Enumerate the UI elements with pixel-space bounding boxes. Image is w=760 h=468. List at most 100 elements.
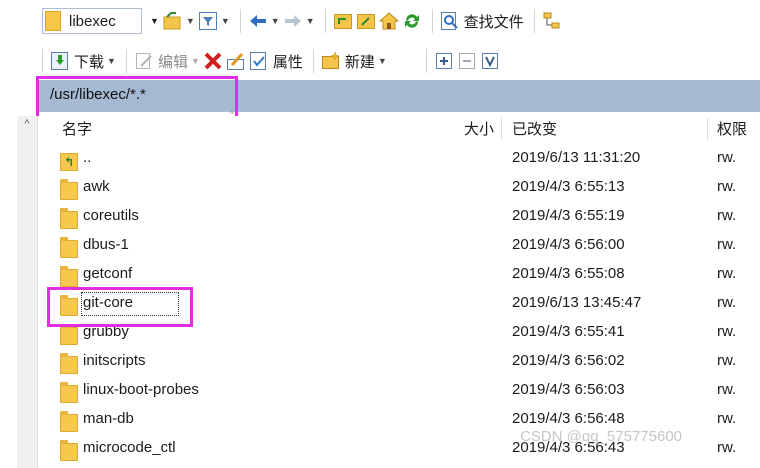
directory-combo[interactable]: libexec [42, 8, 142, 34]
table-row[interactable]: coreutils 2019/4/3 6:55:19 rw. [38, 204, 760, 233]
invert-selection-button[interactable] [480, 49, 500, 73]
new-folder-icon [321, 51, 340, 69]
chevron-down-icon[interactable]: ▼ [107, 56, 116, 66]
root-directory-icon [356, 14, 375, 29]
file-operations-toolbar: 下载 ▼ 编辑 ▼ 属性 新建 ▼ [42, 46, 503, 76]
new-button[interactable]: 新建 ▼ [321, 49, 387, 73]
properties-button[interactable]: 属性 [249, 49, 303, 73]
invert-selection-icon [481, 53, 498, 69]
toolbar-separator [324, 9, 326, 33]
file-name: dbus-1 [83, 236, 129, 253]
toolbar-separator [312, 49, 314, 73]
scroll-up-icon[interactable]: ^ [17, 118, 37, 130]
file-modified: 2019/4/3 6:56:03 [512, 381, 625, 398]
file-name: microcode_ctl [83, 439, 176, 456]
file-permissions: rw. [717, 352, 737, 369]
chevron-down-icon[interactable]: ▼ [150, 16, 159, 26]
file-permissions: rw. [717, 149, 737, 166]
chevron-down-icon[interactable]: ▼ [271, 16, 280, 26]
file-name: awk [83, 178, 110, 195]
edit-label: 编辑 [157, 53, 188, 71]
refresh-button[interactable] [402, 9, 422, 33]
table-row[interactable]: linux-boot-probes 2019/4/3 6:56:03 rw. [38, 378, 760, 407]
toolbar-separator [425, 49, 427, 73]
watermark: CSDN @qq_575775600 [520, 428, 683, 445]
chevron-down-icon[interactable]: ▼ [306, 16, 315, 26]
path-highlight-box [36, 76, 238, 120]
select-all-button[interactable] [434, 49, 454, 73]
table-row[interactable]: initscripts 2019/4/3 6:56:02 rw. [38, 349, 760, 378]
folder-icon [60, 353, 78, 374]
toolbar-separator [125, 49, 127, 73]
home-button[interactable] [378, 9, 399, 33]
new-label: 新建 [344, 53, 375, 71]
file-modified: 2019/4/3 6:55:41 [512, 323, 625, 340]
directory-combo-value: libexec [69, 12, 116, 30]
back-button[interactable]: ▼ [248, 9, 280, 33]
rename-icon [226, 52, 244, 70]
rename-button[interactable] [226, 49, 246, 73]
chevron-down-icon[interactable]: ▼ [186, 16, 195, 26]
folder-icon [60, 440, 78, 461]
chevron-down-icon[interactable]: ▼ [221, 16, 230, 26]
download-icon [51, 52, 68, 70]
table-row[interactable]: awk 2019/4/3 6:55:13 rw. [38, 175, 760, 204]
edit-icon [135, 53, 152, 69]
folder-icon [60, 411, 78, 432]
folder-icon [45, 11, 61, 31]
properties-icon [249, 52, 266, 70]
file-modified: 2019/4/3 6:55:08 [512, 265, 625, 282]
column-divider[interactable] [707, 118, 708, 140]
properties-label: 属性 [272, 53, 303, 71]
file-modified: 2019/6/13 11:31:20 [512, 149, 641, 166]
file-permissions: rw. [717, 381, 737, 398]
toolbar-separator [533, 9, 535, 33]
open-directory-button[interactable]: ▼ [163, 9, 195, 33]
navigation-toolbar: libexec ▼ ▼ ▼ ▼ ▼ 查找文件 [42, 6, 565, 36]
column-header-permissions[interactable]: 权限 [717, 118, 747, 139]
vertical-scrollbar[interactable]: ^ [17, 116, 38, 468]
file-name: coreutils [83, 207, 139, 224]
download-button[interactable]: 下载 ▼ [50, 49, 116, 73]
edit-button[interactable]: 编辑 ▼ [134, 49, 200, 73]
filter-button[interactable]: ▼ [198, 9, 230, 33]
root-directory-button[interactable] [356, 9, 376, 33]
sort-ascending-icon: ^ [230, 110, 234, 119]
file-permissions: rw. [717, 207, 737, 224]
chevron-down-icon[interactable]: ▼ [378, 56, 387, 66]
file-permissions: rw. [717, 265, 737, 282]
toolbar-separator [431, 9, 433, 33]
download-label: 下载 [74, 53, 105, 71]
back-arrow-icon [249, 15, 266, 27]
column-header-size[interactable]: 大小 [464, 118, 494, 139]
folder-icon [60, 208, 78, 229]
table-row[interactable]: dbus-1 2019/4/3 6:56:00 rw. [38, 233, 760, 262]
file-modified: 2019/4/3 6:55:19 [512, 207, 625, 224]
file-modified: 2019/4/3 6:56:02 [512, 352, 625, 369]
find-files-icon [440, 12, 458, 30]
folder-icon [60, 179, 78, 200]
delete-icon [204, 52, 222, 70]
deselect-all-button[interactable] [457, 49, 477, 73]
column-header-modified[interactable]: 已改变 [512, 118, 557, 139]
table-row[interactable]: ↰ .. 2019/6/13 11:31:20 rw. [38, 146, 760, 175]
file-permissions: rw. [717, 323, 737, 340]
file-permissions: rw. [717, 236, 737, 253]
delete-button[interactable] [203, 49, 223, 73]
file-name: getconf [83, 265, 133, 282]
minus-box-icon [458, 53, 475, 69]
folder-icon [60, 237, 78, 258]
find-files-button[interactable]: 查找文件 [440, 9, 524, 33]
parent-directory-button[interactable] [333, 9, 353, 33]
file-name: .. [83, 149, 92, 166]
folder-icon [60, 382, 78, 403]
plus-box-icon [435, 53, 452, 69]
chevron-down-icon[interactable]: ▼ [191, 56, 200, 66]
column-header-name[interactable]: 名字 [62, 118, 92, 139]
column-divider[interactable] [501, 118, 502, 140]
tree-view-button[interactable] [542, 9, 562, 33]
toolbar-separator [239, 9, 241, 33]
forward-button[interactable]: ▼ [283, 9, 315, 33]
file-modified: 2019/4/3 6:56:48 [512, 410, 625, 427]
toolbar-separator [42, 49, 43, 73]
